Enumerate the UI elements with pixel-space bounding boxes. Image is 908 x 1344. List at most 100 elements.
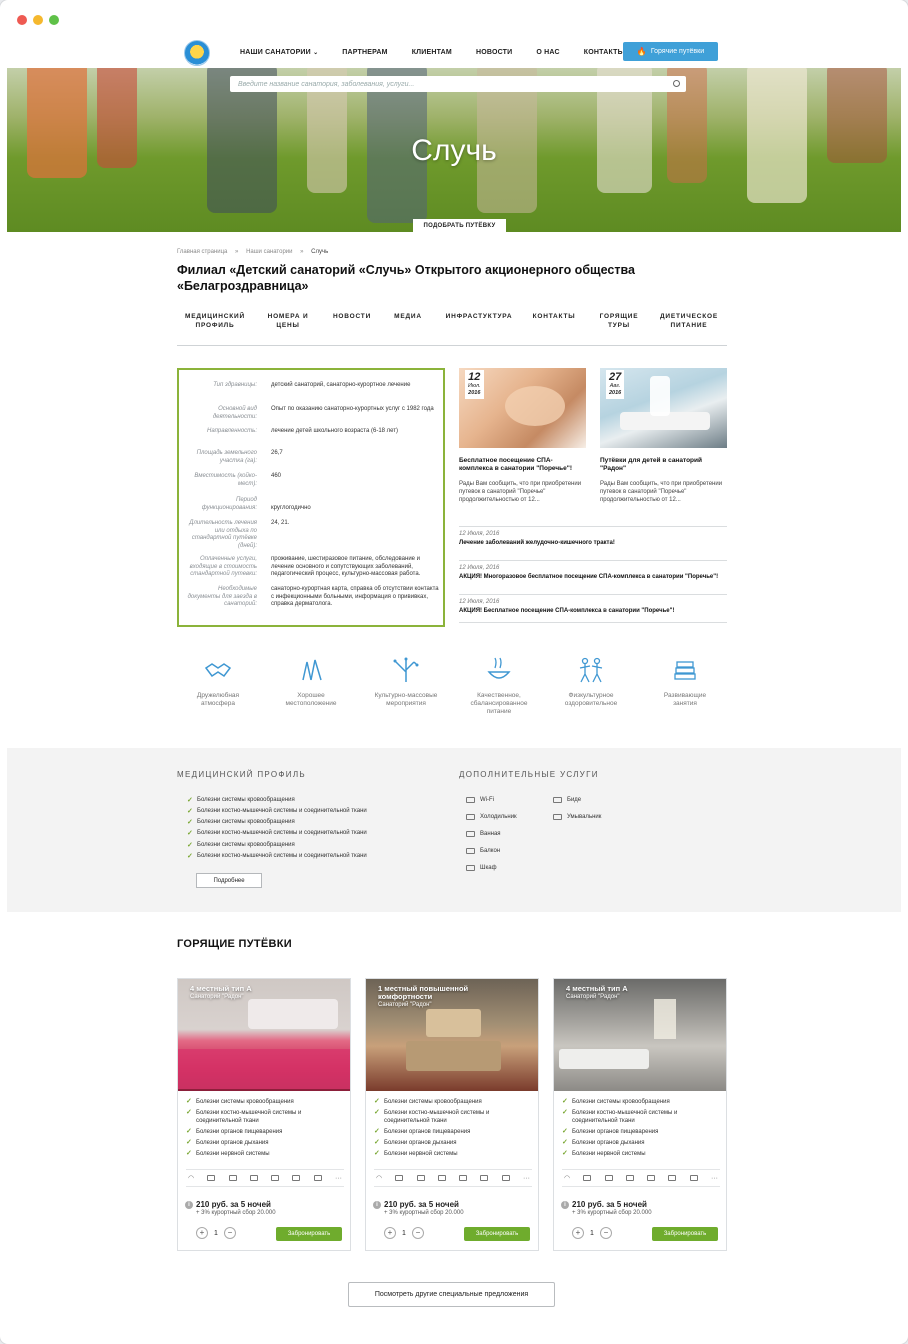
service-wardrobe: Шкаф <box>466 865 497 871</box>
phone-icon <box>501 1175 510 1181</box>
main-nav: НАШИ САНАТОРИИ ⌄ ПАРТНЕРАМ КЛИЕНТАМ НОВО… <box>240 49 649 56</box>
room-image[interactable]: 1 местный повышенной комфортности Санатор… <box>366 979 538 1091</box>
book-button[interactable]: Забронировать <box>652 1227 718 1241</box>
tab-contacts[interactable]: КОНТАКТЫ <box>529 312 579 321</box>
tab-medical-profile[interactable]: МЕДИЦИНСКИЙ ПРОФИЛЬ <box>183 312 247 330</box>
info-icon[interactable]: i <box>185 1201 193 1209</box>
tour-card: 1 местный повышенной комфортности Санатор… <box>365 978 539 1251</box>
room-name: 1 местный повышенной комфортности Санатор… <box>378 984 469 1009</box>
news-image[interactable]: 12 Июл. 2016 <box>459 368 586 448</box>
chevron-down-icon: ⌄ <box>313 50 319 56</box>
nav-news[interactable]: НОВОСТИ <box>476 49 512 56</box>
site-header: НАШИ САНАТОРИИ ⌄ ПАРТНЕРАМ КЛИЕНТАМ НОВО… <box>0 38 908 68</box>
medical-profile-item: Болезни системы кровообращения <box>187 841 295 849</box>
book-button[interactable]: Забронировать <box>464 1227 530 1241</box>
news-image[interactable]: 27 Авг. 2016 <box>600 368 727 448</box>
handshake-icon <box>204 663 232 678</box>
info-icon[interactable]: i <box>373 1201 381 1209</box>
breadcrumb: Главная страница » Наши санатории » Случ… <box>177 249 334 255</box>
quantity-stepper: + 1 − <box>196 1227 236 1239</box>
minus-button[interactable]: − <box>411 1227 424 1239</box>
tv-icon <box>480 1175 489 1181</box>
fridge-icon <box>416 1175 425 1181</box>
nav-contacts[interactable]: КОНТАКТЫ <box>584 49 625 56</box>
close-dot[interactable] <box>17 15 27 25</box>
tv-icon <box>668 1175 677 1181</box>
feature-item: Хорошее местоположение <box>271 656 351 708</box>
minimize-dot[interactable] <box>33 15 43 25</box>
plus-button[interactable]: + <box>384 1227 396 1239</box>
book-button[interactable]: Забронировать <box>276 1227 342 1241</box>
price: 210 руб. за 5 ночей <box>196 1200 271 1209</box>
room-image[interactable]: 4 местный тип А Санаторий "Радон" <box>178 979 350 1091</box>
medical-profile-heading: МЕДИЦИНСКИЙ ПРОФИЛЬ <box>177 770 306 779</box>
bath-icon <box>466 831 475 837</box>
search-icon[interactable] <box>673 80 680 87</box>
window-controls <box>17 15 59 25</box>
service-bidet: Биде <box>553 797 581 803</box>
news-title[interactable]: Путёвки для детей в санаторий "Радон" <box>600 457 727 473</box>
tab-infrastructure[interactable]: ИНФРАСТУКТУРА <box>441 312 517 321</box>
minus-button[interactable]: − <box>599 1227 612 1239</box>
all-offers-button[interactable]: Посмотреть другие специальные предложени… <box>348 1282 555 1307</box>
tour-card: 4 местный тип АСанаторий "Радон" Болезни… <box>553 978 727 1251</box>
more-icon[interactable]: ··· <box>523 1175 530 1182</box>
breadcrumb-separator: » <box>300 249 304 255</box>
plus-button[interactable]: + <box>196 1227 208 1239</box>
flame-icon: 🔥 <box>636 47 647 56</box>
breadcrumb-home[interactable]: Главная страница <box>177 249 227 255</box>
news-list-item[interactable]: 12 Июля, 2016 АКЦИЯ! Многоразовое беспла… <box>459 560 727 580</box>
room-image[interactable]: 4 местный тип А Санаторий "Радон" <box>554 979 726 1091</box>
amenity-icons: ◠ ··· <box>186 1169 344 1187</box>
maximize-dot[interactable] <box>49 15 59 25</box>
bed-icon <box>437 1175 446 1181</box>
tab-rooms-prices[interactable]: НОМЕРА И ЦЕНЫ <box>261 312 315 330</box>
more-icon[interactable]: ··· <box>335 1175 342 1182</box>
wifi-icon: ◠ <box>188 1175 195 1182</box>
news-title[interactable]: Бесплатное посещение СПА-комплекса в сан… <box>459 457 586 473</box>
pick-tour-button[interactable]: ПОДОБРАТЬ ПУТЁВКУ <box>413 219 506 232</box>
more-icon[interactable]: ··· <box>711 1175 718 1182</box>
plus-button[interactable]: + <box>572 1227 584 1239</box>
medical-profile-item: Болезни системы кровообращения <box>187 818 295 826</box>
safe-icon <box>395 1175 404 1181</box>
hero-title: Случь <box>411 134 497 167</box>
search-input[interactable]: Введите название санатория, заболевания,… <box>230 76 686 92</box>
trees-icon <box>302 659 322 681</box>
service-fridge: Холодильник <box>466 814 517 820</box>
sink-icon <box>553 814 562 820</box>
feature-item: Развивающие занятия <box>645 656 725 708</box>
news-list-item[interactable]: 12 Июля, 2016 АКЦИЯ! Бесплатное посещени… <box>459 594 727 623</box>
tab-news[interactable]: НОВОСТИ <box>329 312 375 321</box>
breadcrumb-current: Случь <box>311 249 329 255</box>
feature-item: Физкультурное оздоровительное <box>551 656 631 708</box>
info-icon[interactable]: i <box>561 1201 569 1209</box>
quantity-stepper: + 1 − <box>384 1227 424 1239</box>
hot-tours-button[interactable]: 🔥 Горячие путёвки <box>623 42 718 61</box>
nav-partners[interactable]: ПАРТНЕРАМ <box>342 49 387 56</box>
news-card[interactable]: 12 Июл. 2016 Бесплатное посещение СПА-комп… <box>459 368 586 504</box>
wifi-icon <box>466 797 475 803</box>
news-text: Рады Вам сообщить, что при приобретении … <box>459 481 582 503</box>
breadcrumb-sanatoriums[interactable]: Наши санатории <box>246 249 292 255</box>
news-list-item[interactable]: 12 Июля, 2016 Лечение заболеваний желудо… <box>459 526 727 546</box>
room-name: 4 местный тип А Санаторий "Радон" <box>566 984 628 1001</box>
tab-diet-food[interactable]: ДИЕТИЧЕСКОЕ ПИТАНИЕ <box>655 312 723 330</box>
bowl-icon <box>487 657 511 679</box>
bus-icon <box>459 1175 468 1181</box>
quantity-value: 1 <box>402 1229 406 1237</box>
minus-button[interactable]: − <box>223 1227 236 1239</box>
nav-clients[interactable]: КЛИЕНТАМ <box>412 49 452 56</box>
tab-hot-tours[interactable]: ГОРЯЩИЕ ТУРЫ <box>595 312 643 330</box>
nav-about[interactable]: О НАС <box>536 49 559 56</box>
more-button[interactable]: Подробнее <box>196 873 262 888</box>
tab-media[interactable]: МЕДИА <box>391 312 425 321</box>
phone-icon <box>689 1175 698 1181</box>
resort-fee: + 3% курортный сбор 20.000 <box>384 1210 464 1216</box>
medical-profile-item: Болезни костно-мышечной системы и соедин… <box>187 852 367 860</box>
news-date: 27 Авг. 2016 <box>606 370 625 399</box>
wifi-icon: ◠ <box>564 1175 571 1182</box>
site-logo[interactable] <box>184 40 210 66</box>
nav-sanatoriums[interactable]: НАШИ САНАТОРИИ ⌄ <box>240 49 318 56</box>
news-card[interactable]: 27 Авг. 2016 Путёвки для детей в санаторий… <box>600 368 727 504</box>
